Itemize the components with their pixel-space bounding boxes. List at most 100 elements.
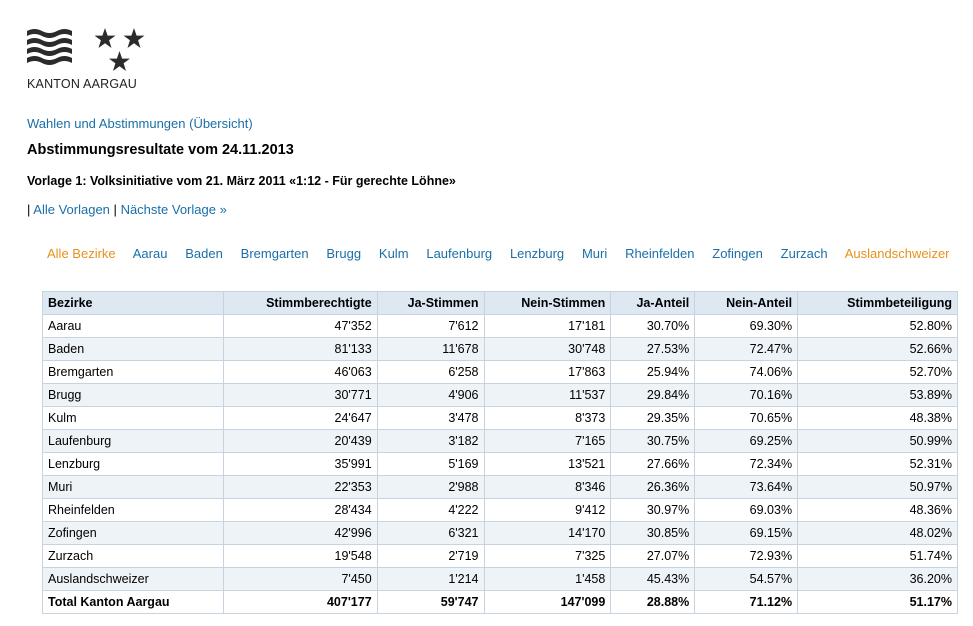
tab-brugg[interactable]: Brugg	[326, 246, 361, 261]
tab-muri[interactable]: Muri	[582, 246, 607, 261]
table-row: Baden 81'133 11'678 30'748 27.53% 72.47% 52.66…	[42, 337, 958, 361]
cell-stimmberechtigte: 20'439	[222, 429, 378, 453]
cell-bezirk: Zofingen	[42, 521, 224, 545]
cell-bezirk: Lenzburg	[42, 452, 224, 476]
cell-bezirk: Total Kanton Aargau	[42, 590, 224, 614]
cell-bezirk: Zurzach	[42, 544, 224, 568]
tab-rheinfelden[interactable]: Rheinfelden	[625, 246, 694, 261]
tab-kulm[interactable]: Kulm	[379, 246, 409, 261]
cell-stimmberechtigte: 28'434	[222, 498, 378, 522]
cell-ja-anteil: 30.70%	[610, 314, 696, 338]
cell-stimmbeteiligung: 52.31%	[797, 452, 958, 476]
tab-laufenburg[interactable]: Laufenburg	[426, 246, 492, 261]
table-row: Brugg 30'771 4'906 11'537 29.84% 70.16% 53.89%	[42, 383, 958, 407]
cell-bezirk: Laufenburg	[42, 429, 224, 453]
tab-zurzach[interactable]: Zurzach	[781, 246, 828, 261]
cell-stimmberechtigte: 30'771	[222, 383, 378, 407]
cell-stimmbeteiligung: 50.99%	[797, 429, 958, 453]
cell-nein-stimmen: 30'748	[483, 337, 612, 361]
cell-nein-stimmen: 147'099	[483, 590, 612, 614]
cell-nein-stimmen: 8'346	[483, 475, 612, 499]
tab-aarau[interactable]: Aarau	[133, 246, 168, 261]
cell-stimmbeteiligung: 36.20%	[797, 567, 958, 591]
cell-stimmberechtigte: 46'063	[222, 360, 378, 384]
cell-bezirk: Aarau	[42, 314, 224, 338]
table-row: Laufenburg 20'439 3'182 7'165 30.75% 69.25% 50…	[42, 429, 958, 453]
district-tabs: Alle Bezirke Aarau Baden Bremgarten Brug…	[47, 246, 950, 261]
table-row: Auslandschweizer 7'450 1'214 1'458 45.43% 54.…	[42, 567, 958, 591]
cell-nein-stimmen: 17'863	[483, 360, 612, 384]
all-vorlagen-link[interactable]: Alle Vorlagen	[33, 202, 110, 217]
cell-ja-anteil: 27.07%	[610, 544, 696, 568]
cell-nein-stimmen: 1'458	[483, 567, 612, 591]
table-header-row: Bezirke Stimmberechtigte Ja-Stimmen Nein…	[42, 291, 958, 315]
cell-stimmbeteiligung: 52.80%	[797, 314, 958, 338]
cell-ja-anteil: 25.94%	[610, 360, 696, 384]
overview-link[interactable]: Wahlen und Abstimmungen (Übersicht)	[27, 116, 253, 131]
cell-stimmberechtigte: 24'647	[222, 406, 378, 430]
header-ja-anteil: Ja-Anteil	[610, 291, 696, 315]
table-row: Muri 22'353 2'988 8'346 26.36% 73.64% 50.97%	[42, 475, 958, 499]
table-row: Kulm 24'647 3'478 8'373 29.35% 70.65% 48.38%	[42, 406, 958, 430]
cell-nein-stimmen: 9'412	[483, 498, 612, 522]
results-table-body: Aarau 47'352 7'612 17'181 30.70% 69.30% 52.80%…	[42, 314, 958, 614]
tab-auslandschweizer[interactable]: Auslandschweizer	[845, 246, 950, 261]
cell-nein-stimmen: 11'537	[483, 383, 612, 407]
cell-stimmbeteiligung: 53.89%	[797, 383, 958, 407]
cell-stimmberechtigte: 35'991	[222, 452, 378, 476]
table-total-row: Total Kanton Aargau 407'177 59'747 147'099 2…	[42, 590, 958, 614]
header-bezirke: Bezirke	[42, 291, 224, 315]
cell-ja-stimmen: 1'214	[376, 567, 485, 591]
tab-zofingen[interactable]: Zofingen	[712, 246, 763, 261]
header-ja-stimmen: Ja-Stimmen	[376, 291, 485, 315]
cell-nein-anteil: 69.25%	[694, 429, 799, 453]
tab-alle-bezirke[interactable]: Alle Bezirke	[47, 246, 116, 261]
pager-separator: |	[113, 202, 117, 217]
cell-ja-stimmen: 3'182	[376, 429, 485, 453]
cell-ja-anteil: 30.97%	[610, 498, 696, 522]
cell-bezirk: Bremgarten	[42, 360, 224, 384]
cell-ja-stimmen: 4'222	[376, 498, 485, 522]
cell-bezirk: Kulm	[42, 406, 224, 430]
cell-stimmbeteiligung: 52.66%	[797, 337, 958, 361]
cell-stimmbeteiligung: 48.02%	[797, 521, 958, 545]
cell-ja-stimmen: 6'321	[376, 521, 485, 545]
cell-ja-stimmen: 5'169	[376, 452, 485, 476]
header-nein-anteil: Nein-Anteil	[694, 291, 799, 315]
table-row: Bremgarten 46'063 6'258 17'863 25.94% 74.06% 5…	[42, 360, 958, 384]
kanton-aargau-logo: KANTON AARGAU	[27, 28, 157, 92]
header-nein-stimmen: Nein-Stimmen	[483, 291, 612, 315]
cell-nein-stimmen: 14'170	[483, 521, 612, 545]
cell-nein-anteil: 71.12%	[694, 590, 799, 614]
cell-bezirk: Rheinfelden	[42, 498, 224, 522]
cell-bezirk: Muri	[42, 475, 224, 499]
cell-nein-anteil: 54.57%	[694, 567, 799, 591]
cell-stimmbeteiligung: 48.38%	[797, 406, 958, 430]
cell-nein-anteil: 70.16%	[694, 383, 799, 407]
page-title: Abstimmungsresultate vom 24.11.2013	[27, 142, 294, 158]
table-row: Zofingen 42'996 6'321 14'170 30.85% 69.15% 48.…	[42, 521, 958, 545]
table-row: Aarau 47'352 7'612 17'181 30.70% 69.30% 52.80%	[42, 314, 958, 338]
cell-ja-anteil: 45.43%	[610, 567, 696, 591]
tab-baden[interactable]: Baden	[185, 246, 223, 261]
cell-stimmberechtigte: 47'352	[222, 314, 378, 338]
cell-stimmbeteiligung: 51.74%	[797, 544, 958, 568]
cell-stimmberechtigte: 42'996	[222, 521, 378, 545]
cell-ja-stimmen: 2'988	[376, 475, 485, 499]
cell-nein-anteil: 72.93%	[694, 544, 799, 568]
cell-nein-anteil: 69.03%	[694, 498, 799, 522]
cell-ja-stimmen: 2'719	[376, 544, 485, 568]
cell-nein-anteil: 72.34%	[694, 452, 799, 476]
tab-lenzburg[interactable]: Lenzburg	[510, 246, 564, 261]
table-row: Lenzburg 35'991 5'169 13'521 27.66% 72.34% 52.…	[42, 452, 958, 476]
table-row: Zurzach 19'548 2'719 7'325 27.07% 72.93% 51.74…	[42, 544, 958, 568]
cell-ja-anteil: 27.66%	[610, 452, 696, 476]
next-vorlage-link[interactable]: Nächste Vorlage »	[121, 202, 227, 217]
cell-stimmberechtigte: 407'177	[222, 590, 378, 614]
cell-nein-anteil: 69.30%	[694, 314, 799, 338]
cell-nein-anteil: 73.64%	[694, 475, 799, 499]
cell-ja-anteil: 29.84%	[610, 383, 696, 407]
tab-bremgarten[interactable]: Bremgarten	[241, 246, 309, 261]
cell-nein-anteil: 74.06%	[694, 360, 799, 384]
cell-ja-stimmen: 11'678	[376, 337, 485, 361]
